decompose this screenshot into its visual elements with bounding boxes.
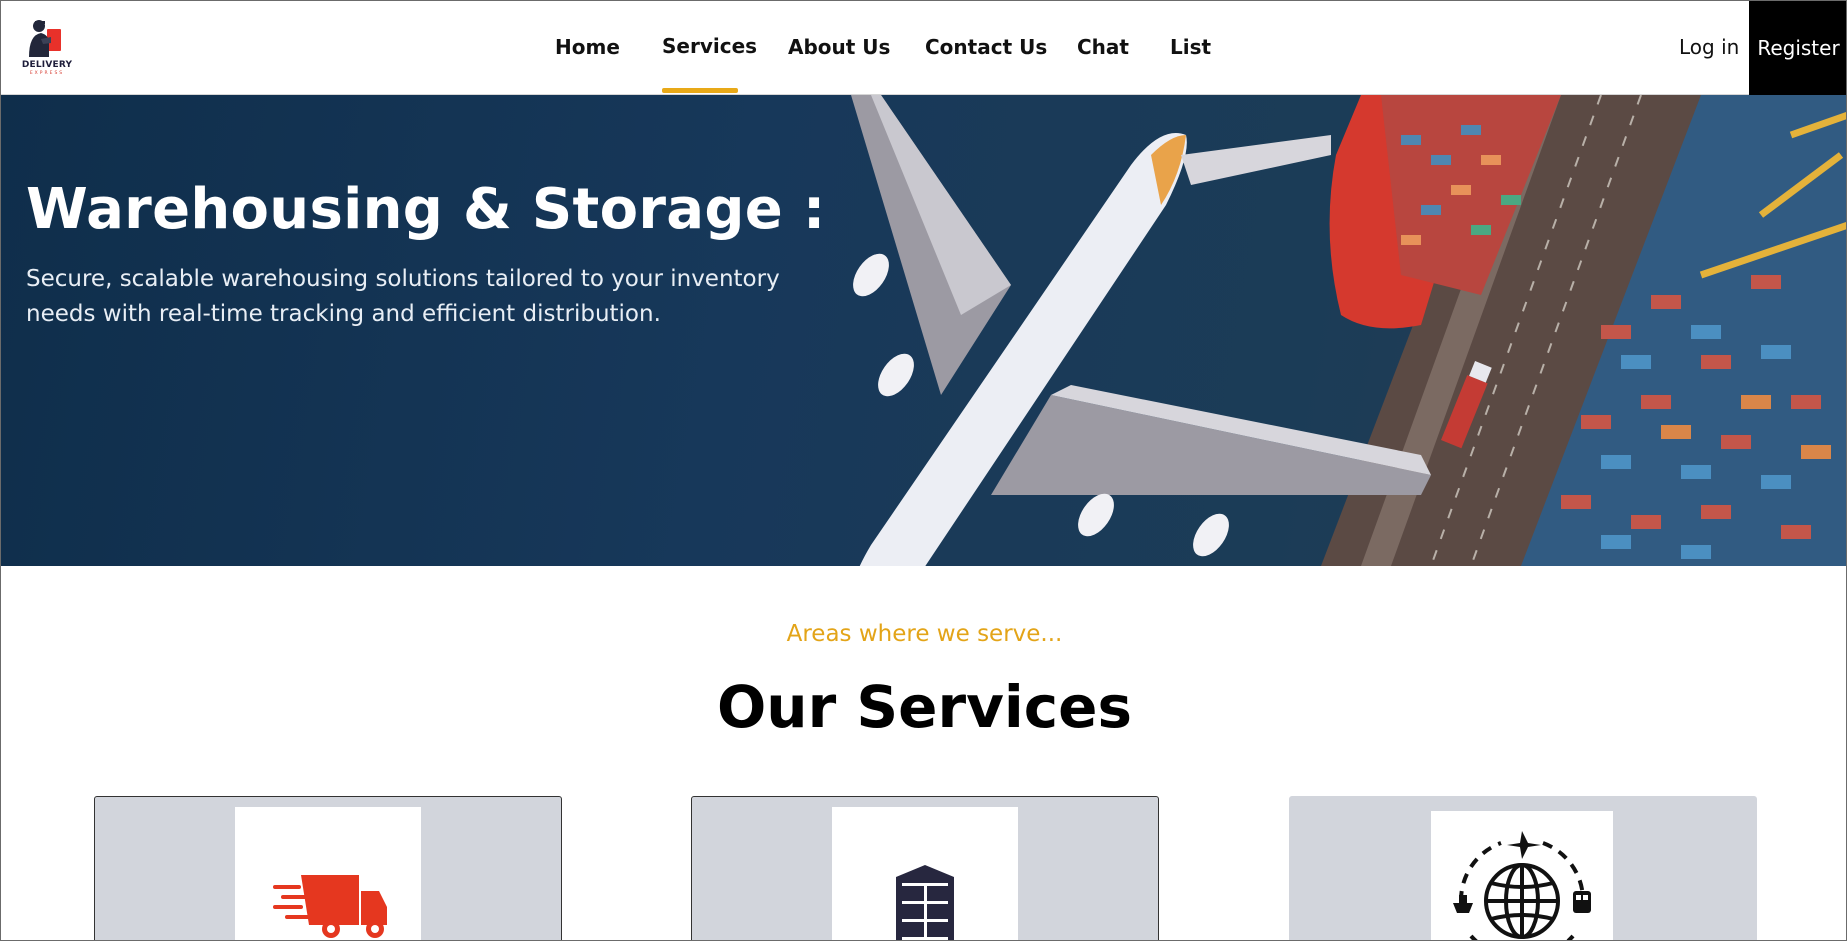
brand-name: DELIVERY <box>21 60 73 70</box>
hero-description: Secure, scalable warehousing solutions t… <box>26 266 780 327</box>
nav-active-indicator <box>662 88 738 93</box>
brand-tagline: EXPRESS <box>29 71 65 76</box>
page-frame: DELIVERY EXPRESS Home Services About Us … <box>0 0 1847 941</box>
nav-chat[interactable]: Chat <box>1077 35 1129 59</box>
hero-banner: Warehousing & Storage : Secure, scalable… <box>1 95 1846 566</box>
site-header: DELIVERY EXPRESS Home Services About Us … <box>1 1 1846 95</box>
nav-list[interactable]: List <box>1170 35 1211 59</box>
service-card-image <box>235 807 421 940</box>
nav-home[interactable]: Home <box>555 35 620 59</box>
nav-about-us[interactable]: About Us <box>788 35 890 59</box>
service-card-image <box>1431 811 1613 940</box>
nav-services[interactable]: Services <box>662 34 757 58</box>
service-card-image <box>832 807 1018 940</box>
register-button[interactable]: Register <box>1749 1 1846 95</box>
brand-logo[interactable]: DELIVERY EXPRESS <box>15 17 79 79</box>
fast-delivery-truck-icon <box>273 875 387 938</box>
global-logistics-icon <box>1453 831 1591 940</box>
login-link[interactable]: Log in <box>1679 35 1739 59</box>
service-card[interactable] <box>691 796 1159 940</box>
nav-contact-us[interactable]: Contact Us <box>925 35 1047 59</box>
services-eyebrow: Areas where we serve... <box>786 621 1063 647</box>
warehouse-shelves-icon <box>896 865 954 940</box>
service-card[interactable] <box>1289 796 1757 940</box>
hero-title: Warehousing & Storage : <box>26 177 826 242</box>
service-card[interactable] <box>94 796 562 940</box>
delivery-man-icon <box>29 20 61 57</box>
services-title: Our Services <box>716 673 1133 741</box>
